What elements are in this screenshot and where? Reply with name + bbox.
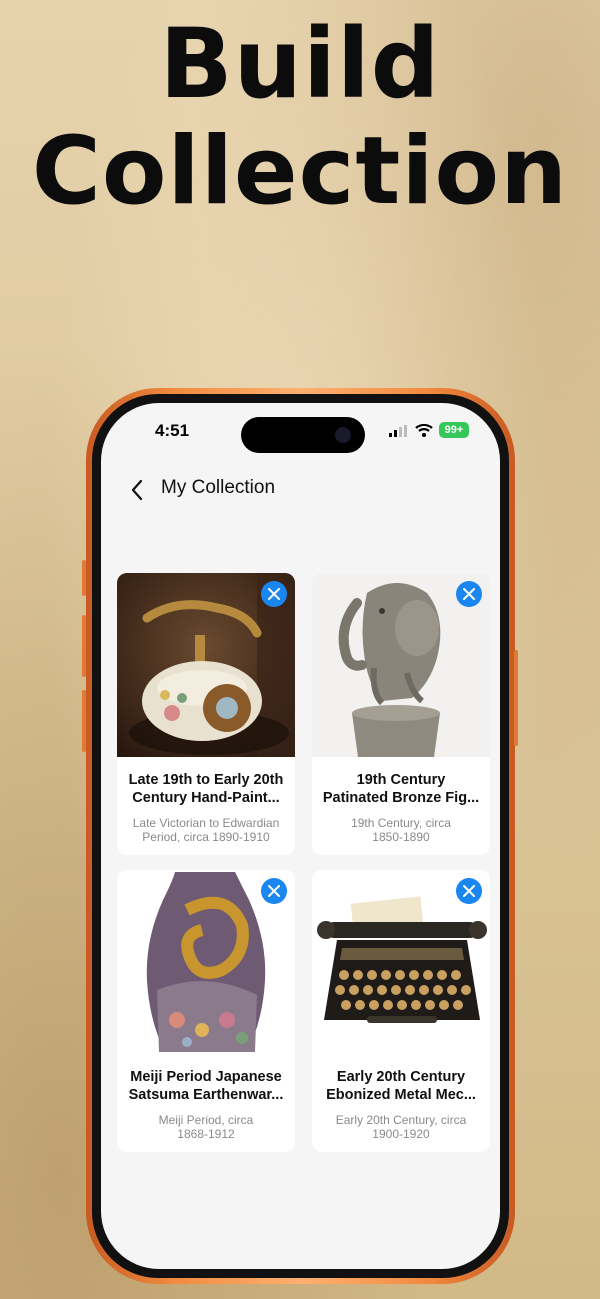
- wifi-icon: [415, 423, 433, 437]
- item-title: 19th Century Patinated Bronze Fig...: [322, 772, 480, 806]
- item-period: Late Victorian to Edwardian Period, circa…: [132, 816, 280, 844]
- remove-item-button[interactable]: [456, 581, 482, 607]
- collection-card[interactable]: Early 20th Century Ebonized Metal Mec... …: [312, 870, 490, 1152]
- phone-frame: 4:51 99+ My Collection Late 19th to Earl…: [86, 388, 515, 1284]
- app-screen: 4:51 99+ My Collection Late 19th to Earl…: [101, 403, 500, 1269]
- promo-headline: Build Collection: [0, 14, 600, 230]
- item-period: Early 20th Century, circa 1900-1920: [335, 1113, 467, 1141]
- item-period: 19th Century, circa 1850-1890: [351, 816, 451, 844]
- volume-up-button: [82, 615, 86, 677]
- item-title: Meiji Period Japanese Satsuma Earthenwar.…: [128, 1069, 284, 1103]
- page-title: My Collection: [161, 477, 276, 498]
- nav-bar: My Collection: [101, 467, 500, 517]
- remove-item-button[interactable]: [261, 878, 287, 904]
- close-icon: [463, 885, 475, 897]
- item-title: Early 20th Century Ebonized Metal Mec...: [326, 1069, 476, 1103]
- collection-card[interactable]: 19th Century Patinated Bronze Fig... 19th…: [312, 573, 490, 855]
- power-button: [514, 650, 518, 746]
- close-icon: [268, 588, 280, 600]
- remove-item-button[interactable]: [456, 878, 482, 904]
- cellular-signal-icon: [389, 425, 407, 437]
- action-button: [82, 560, 86, 596]
- remove-item-button[interactable]: [261, 581, 287, 607]
- back-chevron-icon[interactable]: [123, 475, 153, 505]
- collection-card[interactable]: Meiji Period Japanese Satsuma Earthenwar.…: [117, 870, 295, 1152]
- status-bar: 4:51 99+: [101, 403, 500, 463]
- close-icon: [268, 885, 280, 897]
- status-time: 4:51: [155, 421, 190, 440]
- headline-line-2: Collection: [31, 117, 569, 226]
- battery-icon: 99+: [439, 422, 469, 438]
- dynamic-island: [241, 417, 365, 453]
- collection-card[interactable]: Late 19th to Early 20th Century Hand-Pain…: [117, 573, 295, 855]
- item-period: Meiji Period, circa 1868-1912: [158, 1113, 254, 1141]
- item-title: Late 19th to Early 20th Century Hand-Pain…: [128, 772, 284, 806]
- headline-line-1: Build: [159, 8, 441, 120]
- volume-down-button: [82, 690, 86, 752]
- close-icon: [463, 588, 475, 600]
